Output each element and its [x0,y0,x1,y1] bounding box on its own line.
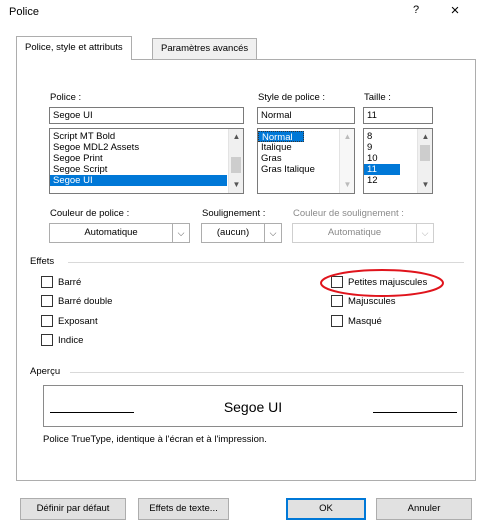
tab-police-style-attributs[interactable]: Police, style et attributs [16,36,132,60]
superscript-label: Exposant [58,316,98,327]
font-color-value: Automatique [84,227,138,238]
tab-parametres-avances[interactable]: Paramètres avancés [152,38,258,59]
tab-label: Paramètres avancés [161,43,249,54]
font-name-label: Police : [50,92,82,103]
text-effects-button[interactable]: Effets de texte... [138,498,229,520]
chevron-down-icon: ▼ [343,180,352,189]
chevron-down-icon[interactable]: ▼ [229,179,243,191]
list-item-selected[interactable]: 11 [364,164,400,175]
scroll-thumb[interactable] [231,157,241,173]
preview-box: Segoe UI [43,385,463,427]
font-name-scrollbar[interactable]: ▲ ▼ [228,129,243,193]
chevron-down-icon[interactable]: ⌵ [172,224,189,242]
underline-style-value: (aucun) [216,227,250,238]
font-style-label: Style de police : [258,92,326,103]
font-size-list[interactable]: 8 9 10 11 12 ▲ ▼ [363,128,433,194]
hidden-label: Masqué [348,316,382,327]
chevron-down-icon: ⌵ [416,224,433,242]
chevron-up-icon[interactable]: ▲ [418,131,432,143]
tab-label: Police, style et attributs [25,42,123,53]
font-style-list[interactable]: Normal Italique Gras Gras Italique ▲ ▼ [257,128,355,194]
annotation-ellipse-shape [320,269,444,297]
list-item[interactable]: Script MT Bold [50,131,243,142]
set-default-button[interactable]: Définir par défaut [20,498,126,520]
font-size-scrollbar[interactable]: ▲ ▼ [417,129,432,193]
preview-baseline-right [373,412,457,413]
font-name-input[interactable]: Segoe UI [49,107,244,124]
font-size-input[interactable]: 11 [363,107,433,124]
effects-label: Effets [30,256,55,267]
font-name-list[interactable]: Script MT Bold Segoe MDL2 Assets Segoe P… [49,128,244,194]
subscript-label: Indice [58,335,84,346]
preview-label: Aperçu [30,366,61,377]
font-color-dropdown[interactable]: Automatique ⌵ [49,223,190,243]
underline-color-dropdown: Automatique ⌵ [292,223,434,243]
underline-color-label: Couleur de soulignement : [293,208,404,219]
ok-button[interactable]: OK [286,498,366,520]
close-button[interactable]: × [447,2,463,20]
chevron-down-icon[interactable]: ⌵ [264,224,281,242]
underline-style-dropdown[interactable]: (aucun) ⌵ [201,223,282,243]
underline-style-label: Soulignement : [202,208,266,219]
section-divider [68,262,464,263]
hidden-checkbox[interactable] [331,315,343,327]
list-item-selected[interactable]: Normal [258,131,304,143]
list-item[interactable]: Segoe MDL2 Assets [50,142,243,153]
font-color-label: Couleur de police : [50,208,130,219]
strikethrough-label: Barré [58,277,82,288]
annotation-ellipse [320,269,444,297]
superscript-checkbox[interactable] [41,315,53,327]
strikethrough-checkbox[interactable] [41,276,53,288]
cancel-button[interactable]: Annuler [376,498,472,520]
chevron-up-icon[interactable]: ▲ [229,131,243,143]
scroll-thumb[interactable] [420,145,430,161]
list-item[interactable]: Segoe Script [50,164,243,175]
font-style-input[interactable]: Normal [257,107,355,124]
list-item-selected[interactable]: Segoe UI [50,175,227,186]
font-size-label: Taille : [364,92,391,103]
double-strikethrough-label: Barré double [58,296,113,307]
double-strikethrough-checkbox[interactable] [41,295,53,307]
preview-note: Police TrueType, identique à l'écran et … [43,434,267,445]
help-button[interactable]: ? [409,4,423,20]
chevron-down-icon[interactable]: ▼ [418,179,432,191]
font-style-scrollbar: ▲ ▼ [339,129,354,193]
list-item[interactable]: Segoe Print [50,153,243,164]
underline-color-value: Automatique [327,227,382,238]
subscript-checkbox[interactable] [41,334,53,346]
window-title: Police [9,6,39,18]
section-divider [70,372,464,373]
chevron-up-icon: ▲ [343,132,352,141]
